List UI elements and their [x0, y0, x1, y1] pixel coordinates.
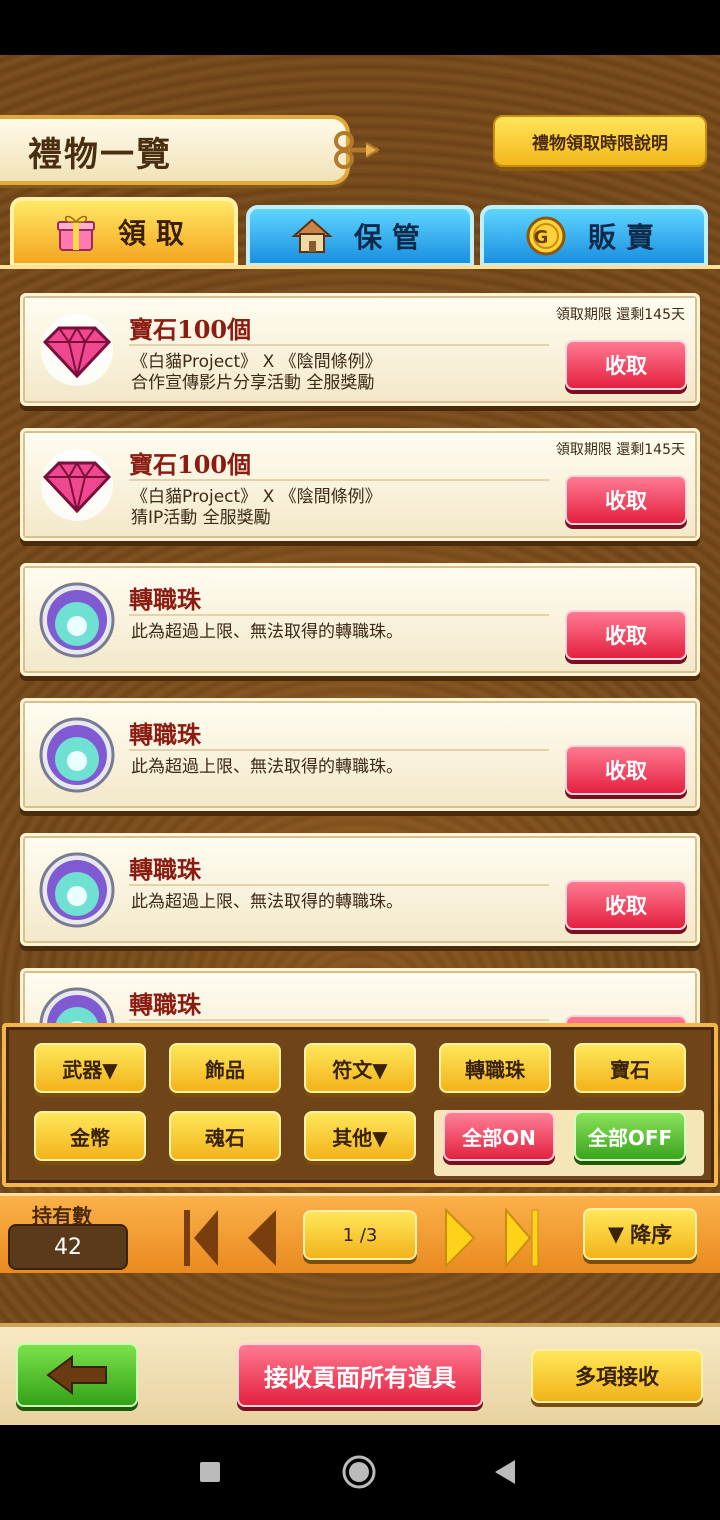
tab-sell-label: 販賣: [587, 221, 664, 254]
tab-bar: 領取 保管 G 販賣: [10, 197, 710, 269]
title-banner: 禮物一覽: [0, 115, 380, 185]
flourish-icon: [334, 131, 380, 169]
last-page-icon[interactable]: [502, 1208, 542, 1268]
filter-other-button[interactable]: 其他▼: [304, 1111, 416, 1161]
next-page-icon[interactable]: [442, 1208, 482, 1268]
tab-storage[interactable]: 保管: [246, 205, 474, 267]
pager-bar: 持有數 42 1 /3 ▼ 降序: [0, 1193, 720, 1273]
page-indicator: 1 /3: [303, 1210, 417, 1260]
home-icon[interactable]: [341, 1454, 377, 1490]
gift-limit: 領取期限 還剩145天: [555, 307, 685, 323]
gift-name: 轉職珠: [129, 720, 201, 749]
filter-orb-button[interactable]: 轉職珠: [439, 1043, 551, 1093]
prev-page-icon[interactable]: [240, 1208, 280, 1268]
filter-panel: 武器▼ 飾品 符文▼ 轉職珠 寶石 金幣 魂石 其他▼ 全部ON 全部OFF: [2, 1023, 718, 1187]
gift-limit: 領取期限 還剩145天: [555, 442, 685, 458]
orb-icon: [39, 582, 115, 658]
divider: [129, 884, 549, 886]
gift-name: 寶石100個: [129, 450, 252, 479]
svg-text:G: G: [534, 227, 559, 248]
tab-receive[interactable]: 領取: [10, 197, 238, 267]
collect-button[interactable]: 收取: [565, 340, 687, 390]
gift-item: 轉職珠 此為超過上限、無法取得的轉職珠。 收取: [20, 698, 700, 811]
gem-icon: [41, 449, 113, 521]
collect-button[interactable]: 收取: [565, 880, 687, 930]
gift-name: 轉職珠: [129, 855, 201, 884]
back-arrow-icon: [46, 1355, 107, 1395]
sort-button[interactable]: ▼ 降序: [583, 1208, 697, 1260]
system-nav-bar: [0, 1425, 720, 1520]
collect-button[interactable]: 收取: [565, 1015, 687, 1023]
gift-icon: [56, 215, 95, 251]
gift-description: 此為超過上限、無法取得的轉職珠。: [131, 622, 403, 642]
filter-coin-button[interactable]: 金幣: [34, 1111, 146, 1161]
divider: [129, 749, 549, 751]
gold-coin-icon: G: [526, 216, 566, 256]
filter-accessory-button[interactable]: 飾品: [169, 1043, 281, 1093]
divider: [129, 479, 549, 481]
gift-item: 寶石100個 領取期限 還剩145天 《白貓Project》 X 《陰間條例》 …: [20, 293, 700, 406]
gem-icon: [41, 314, 113, 386]
divider: [129, 1019, 549, 1021]
gift-name: 轉職珠: [129, 585, 201, 614]
owned-count: 42: [8, 1224, 128, 1270]
back-nav-icon[interactable]: [493, 1459, 517, 1485]
tab-divider: [0, 265, 720, 269]
all-off-button[interactable]: 全部OFF: [574, 1111, 686, 1161]
collect-button[interactable]: 收取: [565, 475, 687, 525]
gift-item: 轉職珠 此為超過上限、無法取得的轉職珠。 收取: [20, 833, 700, 946]
gift-description: 《白貓Project》 X 《陰間條例》 猜IP活動 全服獎勵: [131, 487, 382, 528]
recents-icon[interactable]: [199, 1461, 221, 1483]
gift-description: 此為超過上限、無法取得的轉職珠。: [131, 757, 403, 777]
sort-arrow-icon: ▼: [607, 1222, 625, 1246]
filter-weapon-button[interactable]: 武器▼: [34, 1043, 146, 1093]
gift-description: 此為超過上限、無法取得的轉職珠。: [131, 892, 403, 912]
receive-all-button[interactable]: 接收頁面所有道具: [237, 1343, 483, 1407]
gift-item: 寶石100個 領取期限 還剩145天 《白貓Project》 X 《陰間條例》 …: [20, 428, 700, 541]
filter-rune-button[interactable]: 符文▼: [304, 1043, 416, 1093]
tab-receive-label: 領取: [117, 217, 194, 250]
tab-storage-label: 保管: [353, 221, 430, 254]
filter-soulstone-button[interactable]: 魂石: [169, 1111, 281, 1161]
orb-icon: [39, 717, 115, 793]
gift-description: 《白貓Project》 X 《陰間條例》 合作宣傳影片分享活動 全服獎勵: [131, 352, 382, 393]
gift-limit-info-button[interactable]: 禮物領取時限說明: [493, 115, 707, 167]
all-on-button[interactable]: 全部ON: [443, 1111, 555, 1161]
gift-name: 寶石100個: [129, 315, 252, 344]
gift-item: 轉職珠 此為超過上限、無法取得的轉職珠。 收取: [20, 563, 700, 676]
tab-sell[interactable]: G 販賣: [480, 205, 708, 267]
collect-button[interactable]: 收取: [565, 610, 687, 660]
back-button[interactable]: [16, 1343, 138, 1407]
orb-icon: [39, 852, 115, 928]
bottom-bar: 接收頁面所有道具 多項接收: [0, 1323, 720, 1425]
collect-button[interactable]: 收取: [565, 745, 687, 795]
gift-screen: 禮物一覽 禮物領取時限說明 領取 保管 G 販賣 寶石100個 領取期限 還剩1…: [0, 55, 720, 1425]
filter-gem-button[interactable]: 寶石: [574, 1043, 686, 1093]
gift-item: 轉職珠 收取: [20, 968, 700, 1023]
page-title: 禮物一覽: [28, 135, 172, 175]
multi-receive-button[interactable]: 多項接收: [531, 1349, 703, 1403]
divider: [129, 614, 549, 616]
divider: [129, 344, 549, 346]
first-page-icon[interactable]: [182, 1208, 222, 1268]
orb-icon: [39, 987, 115, 1023]
gift-list[interactable]: 寶石100個 領取期限 還剩145天 《白貓Project》 X 《陰間條例》 …: [0, 288, 720, 1023]
sort-label: 降序: [630, 1223, 673, 1247]
gift-name: 轉職珠: [129, 990, 201, 1019]
house-icon: [291, 218, 333, 253]
